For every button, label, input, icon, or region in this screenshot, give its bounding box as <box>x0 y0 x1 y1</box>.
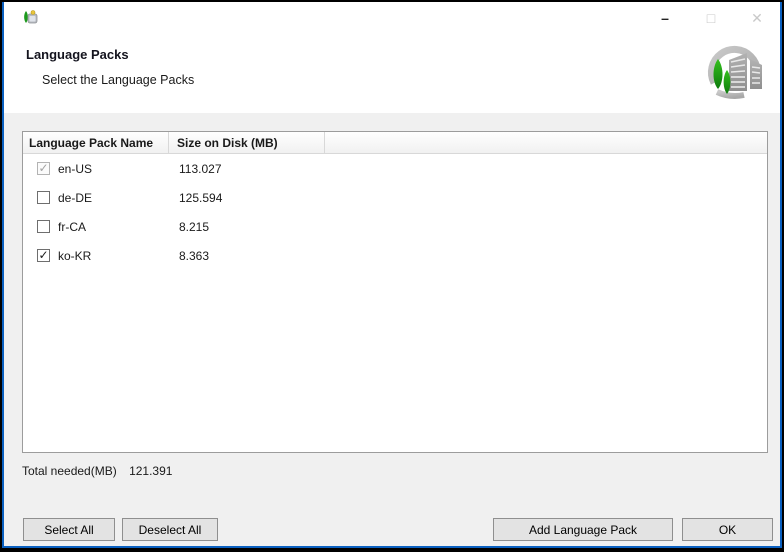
window-frame: – □ ✕ Language Packs Select the Language… <box>2 2 782 548</box>
table-row[interactable]: de-DE 125.594 <box>23 183 767 212</box>
mdt-deployment-logo-icon <box>707 45 762 99</box>
page-subtitle: Select the Language Packs <box>42 73 195 87</box>
language-pack-size: 125.594 <box>179 190 223 205</box>
checkbox-ko-kr[interactable]: ✓ <box>37 249 50 262</box>
language-packs-window: – □ ✕ Language Packs Select the Language… <box>0 0 784 552</box>
column-header-language-pack-name[interactable]: Language Pack Name <box>23 132 169 153</box>
column-header-filler <box>325 132 767 153</box>
language-pack-name: ko-KR <box>58 248 92 263</box>
table-row[interactable]: ✓ en-US 113.027 <box>23 154 767 183</box>
total-needed: Total needed(MB) 121.391 <box>22 464 172 478</box>
checkbox-fr-ca[interactable] <box>37 220 50 233</box>
language-pack-size: 8.215 <box>179 219 210 234</box>
checkbox-de-de[interactable] <box>37 191 50 204</box>
language-pack-table: Language Pack Name Size on Disk (MB) ✓ e… <box>22 131 768 453</box>
page-header: Language Packs Select the Language Packs <box>4 36 780 113</box>
table-row[interactable]: fr-CA 8.215 <box>23 212 767 241</box>
checkbox-en-us: ✓ <box>37 161 50 175</box>
total-needed-value: 121.391 <box>129 464 173 478</box>
language-pack-name: en-US <box>58 161 93 176</box>
window-controls: – □ ✕ <box>642 6 780 30</box>
maximize-button[interactable]: □ <box>688 6 734 30</box>
content-area: Language Pack Name Size on Disk (MB) ✓ e… <box>4 113 780 546</box>
language-pack-size: 113.027 <box>179 161 222 176</box>
table-header: Language Pack Name Size on Disk (MB) <box>23 132 767 154</box>
ok-button[interactable]: OK <box>682 518 773 541</box>
mdt-app-icon <box>24 10 38 24</box>
language-pack-size: 8.363 <box>179 248 210 263</box>
page-title: Language Packs <box>26 47 129 62</box>
minimize-button[interactable]: – <box>642 6 688 30</box>
close-button[interactable]: ✕ <box>734 6 780 30</box>
titlebar: – □ ✕ <box>4 2 780 36</box>
add-language-pack-button[interactable]: Add Language Pack <box>493 518 673 541</box>
language-pack-name: fr-CA <box>58 219 86 234</box>
deselect-all-button[interactable]: Deselect All <box>122 518 218 541</box>
column-header-size-on-disk[interactable]: Size on Disk (MB) <box>169 132 325 153</box>
select-all-button[interactable]: Select All <box>23 518 115 541</box>
total-needed-label: Total needed(MB) <box>22 464 117 478</box>
table-row[interactable]: ✓ ko-KR 8.363 <box>23 241 767 270</box>
language-pack-name: de-DE <box>58 190 93 205</box>
